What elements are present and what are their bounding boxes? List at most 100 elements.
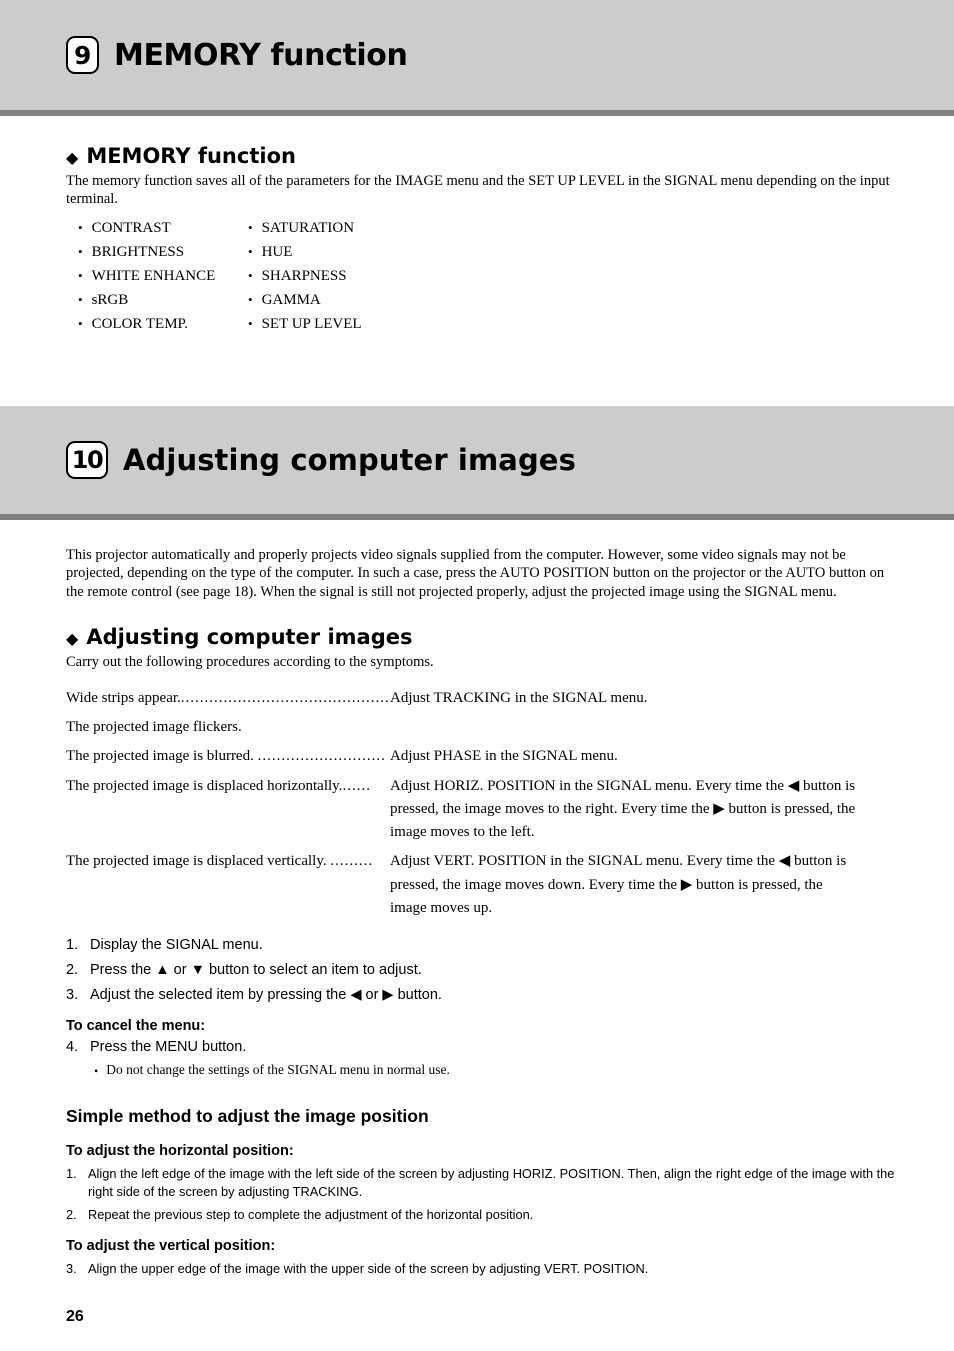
remedy-continued-line: image moves up. [390,899,493,916]
step-item: 2. Press the ▲ or ▼ button to select an … [66,959,899,982]
param-item: • BRIGHTNESS [66,244,248,261]
param-item: • GAMMA [248,292,508,309]
diamond-icon: ◆ [66,628,79,648]
symptom-row: The projected image is blurred. ........… [66,745,899,768]
symptom-label: The projected image is displaced vertica… [66,850,390,873]
step-item: 3. Align the upper edge of the image wit… [66,1260,899,1279]
symptom-text: Wide strips appear. [66,689,181,706]
adjusting-images-heading-text: Adjusting computer images [86,624,413,649]
step-number: 2. [66,962,79,979]
note-text: Do not change the settings of the SIGNAL… [106,1061,450,1077]
remedy-text: Adjust VERT. POSITION in the SIGNAL menu… [390,850,899,920]
bullet-icon: • [248,220,253,236]
remedy-text: Adjust HORIZ. POSITION in the SIGNAL men… [390,775,899,845]
step-text: Adjust the selected item by pressing the… [90,987,442,1004]
chapter-10-intro: This projector automatically and properl… [66,547,885,600]
symptom-label: The projected image is blurred. ........… [66,745,390,768]
bullet-icon: • [78,220,83,236]
cancel-steps-list: 4. Press the MENU button. [66,1036,899,1059]
step-number: 3. [66,1261,77,1277]
step-number: 1. [66,937,79,953]
step-number: 3. [66,987,79,1004]
chapter-9-number-badge: 9 [66,36,99,74]
remedy-continued-line: pressed, the image moves to the right. E… [390,800,856,817]
dot-leader: ........................... [257,748,386,765]
param-item: • WHITE ENHANCE [66,268,248,285]
symptom-label: Wide strips appear......................… [66,687,390,710]
page-number: 26 [66,1308,84,1325]
symptom-row: The projected image is displaced vertica… [66,850,899,920]
param-item: • COLOR TEMP. [66,316,248,333]
param-label: GAMMA [261,292,321,309]
step-number: 1. [66,1165,77,1181]
step-item: 3. Adjust the selected item by pressing … [66,984,899,1007]
param-row: • BRIGHTNESS • HUE [66,244,899,261]
param-label: sRGB [91,292,129,309]
chapter-9-banner: 9 MEMORY function [0,0,954,110]
diamond-icon: ◆ [66,148,79,167]
step-text: Align the upper edge of the image with t… [88,1261,649,1277]
symptom-text: The projected image is blurred. [66,748,258,765]
bullet-icon: • [78,268,83,284]
bullet-icon: • [78,244,83,260]
step-item: 2. Repeat the previous step to complete … [66,1206,899,1225]
bullet-icon: • [78,316,83,332]
horizontal-position-heading: To adjust the horizontal position: [66,1142,294,1159]
step-number: 2. [66,1206,77,1222]
param-row: • WHITE ENHANCE • SHARPNESS [66,268,899,285]
dot-leader: ........................................… [180,689,390,706]
bullet-icon: • [248,244,253,260]
bullet-icon: • [248,316,253,332]
memory-function-intro: The memory function saves all of the par… [66,173,890,208]
dot-leader: ...... [342,777,371,794]
cancel-menu-heading: To cancel the menu: [66,1017,206,1034]
chapter-10-banner: 10 Adjusting computer images [0,406,954,515]
remedy-main: Adjust HORIZ. POSITION in the SIGNAL men… [390,777,856,794]
adjusting-images-heading: ◆ Adjusting computer images [66,625,899,649]
bullet-icon: • [248,268,253,284]
remedy-main: Adjust TRACKING in the SIGNAL menu. [390,689,648,706]
param-label: HUE [261,244,293,261]
horizontal-steps-list: 1. Align the left edge of the image with… [66,1165,899,1225]
step-number: 4. [66,1038,79,1055]
signal-menu-note: • Do not change the settings of the SIGN… [94,1062,899,1080]
adjust-steps-list: 1. Display the SIGNAL menu. 2. Press the… [66,934,899,1008]
vertical-steps-list: 3. Align the upper edge of the image wit… [66,1260,899,1279]
memory-function-heading-text: MEMORY function [86,144,296,168]
param-row: • CONTRAST • SATURATION [66,220,899,237]
param-item: • CONTRAST [66,220,248,237]
param-label: SATURATION [261,220,355,237]
bullet-icon: • [248,292,253,308]
vertical-position-heading: To adjust the vertical position: [66,1238,276,1255]
param-item: • sRGB [66,292,248,309]
symptom-text: The projected image is displaced vertica… [66,853,331,870]
step-text: Align the left edge of the image with th… [88,1165,895,1200]
symptom-label: The projected image is displaced horizon… [66,775,390,798]
param-item: • SET UP LEVEL [248,316,508,333]
remedy-main: Adjust VERT. POSITION in the SIGNAL menu… [390,853,847,870]
remedy-continued-line: image moves to the left. [390,824,535,840]
param-label: COLOR TEMP. [91,316,188,333]
chapter-9-content: ◆ MEMORY function The memory function sa… [0,116,954,333]
remedy-text: Adjust PHASE in the SIGNAL menu. [390,745,899,768]
param-label: BRIGHTNESS [91,244,185,261]
step-text: Repeat the previous step to complete the… [88,1206,534,1222]
symptom-text: The projected image is displaced horizon… [66,777,343,794]
param-label: SHARPNESS [261,268,347,285]
chapter-10-title: Adjusting computer images [123,443,576,478]
chapter-10-banner-inner: 10 Adjusting computer images [0,441,576,480]
param-label: CONTRAST [91,220,171,237]
dot-leader: ......... [330,853,374,870]
memory-parameter-list: • CONTRAST • SATURATION • BRIGHTNESS • H… [66,220,899,333]
chapter-10-content: This projector automatically and properl… [0,520,954,1279]
symptom-label: The projected image flickers. [66,716,390,739]
symptom-row: Wide strips appear......................… [66,687,899,710]
chapter-9-title: MEMORY function [114,37,408,73]
symptom-text: The projected image flickers. [66,719,242,735]
remedy-continued-line: pressed, the image moves down. Every tim… [390,876,823,893]
param-label: SET UP LEVEL [261,316,362,333]
bullet-icon: • [94,1063,99,1078]
remedy-main: Adjust PHASE in the SIGNAL menu. [390,748,618,765]
bullet-icon: • [78,292,83,308]
param-item: • HUE [248,244,508,261]
